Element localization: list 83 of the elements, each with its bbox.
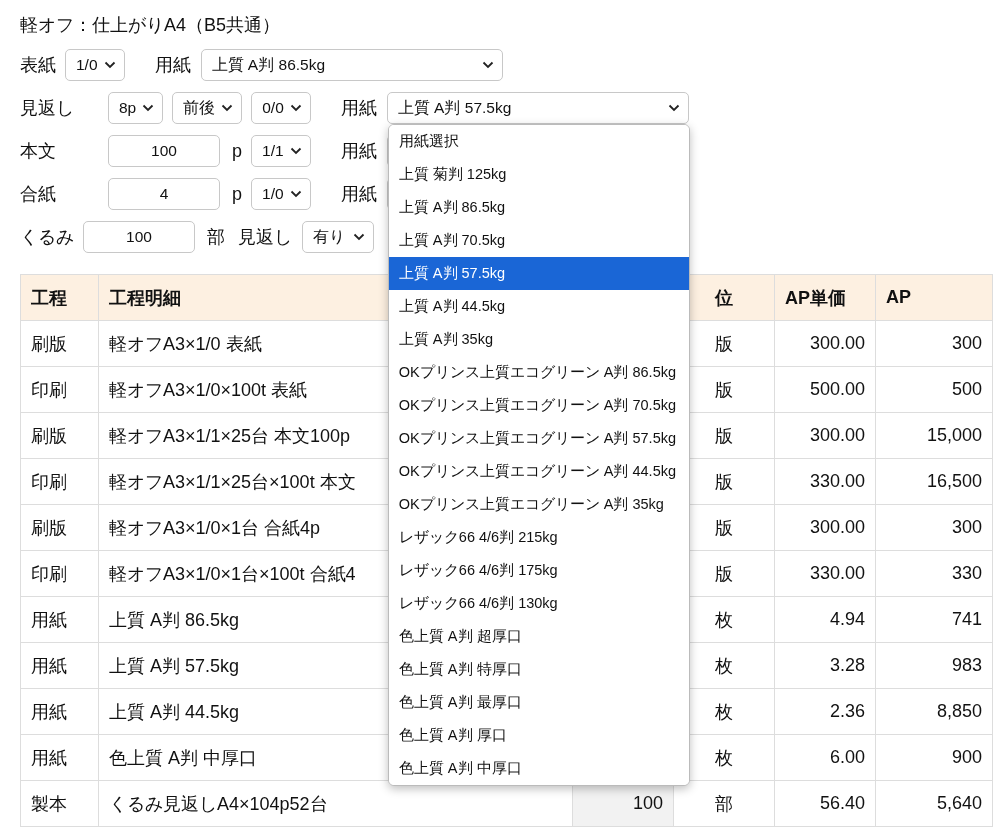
table-cell: 刷版 [20,320,99,367]
table-cell: 16,500 [875,458,993,505]
dropdown-option[interactable]: 色上質 A判 中厚口 [388,752,689,785]
table-cell: 500.00 [774,366,876,413]
dropdown-option[interactable]: 上質 A判 44.5kg [388,290,689,323]
dropdown-select[interactable]: 1/0 [251,178,311,210]
table-cell: 印刷 [20,550,99,597]
table-cell: 330 [875,550,993,597]
table-cell: 300 [875,320,993,367]
dropdown-option[interactable]: OKプリンス上質エコグリーン A判 86.5kg [388,356,689,389]
dropdown-select[interactable]: 前後 [172,92,243,124]
dropdown-option[interactable]: レザック66 4/6判 175kg [388,554,689,587]
number-field[interactable]: 4 [108,178,220,210]
dropdown-option[interactable]: 上質 A判 57.5kg [388,257,689,290]
dropdown-option[interactable]: 色上質 A判 特厚口 [388,653,689,686]
table-cell: 330.00 [774,458,876,505]
field-label: 見返し [238,226,292,249]
column-header: 工程 [20,274,99,321]
dropdown-option[interactable]: 色上質 A判 超厚口 [388,620,689,653]
table-cell: 300.00 [774,504,876,551]
table-cell: 用紙 [20,688,99,735]
field-label: 用紙 [340,97,377,120]
dropdown-option[interactable]: OKプリンス上質エコグリーン A判 57.5kg [388,422,689,455]
unit-label: p [232,140,242,162]
unit-label: p [232,183,242,205]
table-cell: 刷版 [20,504,99,551]
dropdown-option[interactable]: 色上質 A判 最厚口 [388,686,689,719]
table-cell: 741 [875,596,993,643]
number-field[interactable]: 100 [108,135,220,167]
table-cell: 330.00 [774,550,876,597]
dropdown-option[interactable]: OKプリンス上質エコグリーン A判 35kg [388,488,689,521]
table-cell: 印刷 [20,458,99,505]
page-title: 軽オフ：仕上がりA4（B5共通） [20,14,282,37]
table-cell: 6.00 [774,734,876,781]
table-cell: 500 [875,366,993,413]
table-cell: 300 [875,504,993,551]
table-cell: 用紙 [20,734,99,781]
row-label: 合紙 [20,183,57,206]
dropdown-option[interactable]: レザック66 4/6判 130kg [388,587,689,620]
table-cell: 印刷 [20,366,99,413]
table-cell: 983 [875,642,993,689]
table-cell: くるみ見返しA4×104p52台 [98,780,573,827]
dropdown-option[interactable]: 用紙選択 [388,125,689,158]
table-cell: 15,000 [875,412,993,459]
table-cell: 用紙 [20,642,99,689]
table-cell: 2.36 [774,688,876,735]
dropdown-option[interactable]: 色上質 A判 厚口 [388,719,689,752]
row-label: くるみ [20,226,74,249]
dropdown-option[interactable]: 上質 A判 35kg [388,323,689,356]
table-cell: 製本 [20,780,99,827]
dropdown-select[interactable]: 8p [108,92,164,124]
table-cell: 部 [673,780,775,827]
row-label: 本文 [20,140,57,163]
table-cell: 4.94 [774,596,876,643]
table-cell: 300.00 [774,320,876,367]
dropdown-select[interactable]: 0/0 [251,92,311,124]
column-header: AP単価 [774,274,876,321]
column-header: AP [875,274,993,321]
dropdown-option[interactable]: 上質 菊判 125kg [388,158,689,191]
table-cell: 900 [875,734,993,781]
table-cell: 3.28 [774,642,876,689]
table-cell: 56.40 [774,780,876,827]
dropdown-select[interactable]: 有り [302,221,374,253]
table-cell: 5,640 [875,780,993,827]
table-cell: 300.00 [774,412,876,459]
table-cell: 8,850 [875,688,993,735]
field-label: 用紙 [340,183,377,206]
row-label: 見返し [20,97,75,120]
dropdown-option[interactable]: OKプリンス上質エコグリーン A判 44.5kg [388,455,689,488]
field-label: 用紙 [340,140,377,163]
paper-select[interactable]: 上質 A判 86.5kg [200,49,503,81]
dropdown-select[interactable]: 1/0 [65,49,125,81]
dropdown-option[interactable]: レザック66 4/6判 215kg [388,521,689,554]
dropdown-option[interactable]: 上質 A判 70.5kg [388,224,689,257]
unit-label: 部 [207,226,225,249]
table-cell: 用紙 [20,596,99,643]
row-label: 表紙 [20,54,56,77]
dropdown-select[interactable]: 1/1 [251,135,311,167]
dropdown-option[interactable]: OKプリンス上質エコグリーン A判 70.5kg [388,389,689,422]
field-label: 用紙 [154,54,191,77]
number-field[interactable]: 100 [83,221,195,253]
dropdown-option[interactable]: 上質 A判 86.5kg [388,191,689,224]
table-cell: 刷版 [20,412,99,459]
